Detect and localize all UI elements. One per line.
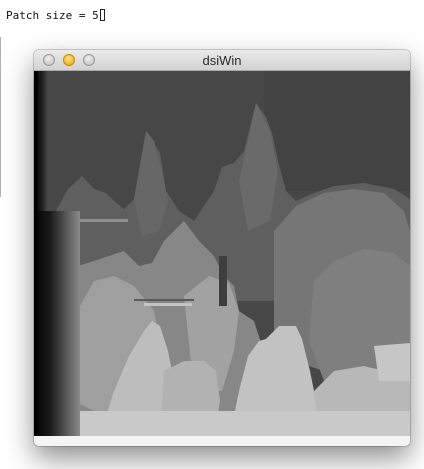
console-output: Patch size = 5 — [6, 7, 105, 23]
dsi-window: dsiWin — [34, 50, 410, 446]
floor-region — [62, 411, 410, 436]
streak — [144, 303, 192, 306]
window-title: dsiWin — [202, 53, 242, 68]
disparity-image — [34, 71, 410, 436]
left-edge-dark — [34, 71, 38, 436]
streak — [219, 256, 227, 306]
foreground-region — [374, 343, 410, 381]
text-cursor — [99, 9, 105, 21]
terminal-left-border — [0, 37, 1, 197]
left-edge-dark — [34, 211, 80, 436]
streak — [134, 299, 194, 301]
window-titlebar[interactable]: dsiWin — [34, 50, 410, 71]
window-bottom-strip — [34, 436, 410, 446]
background-region — [264, 71, 410, 191]
console-text: Patch size = 5 — [6, 8, 99, 22]
